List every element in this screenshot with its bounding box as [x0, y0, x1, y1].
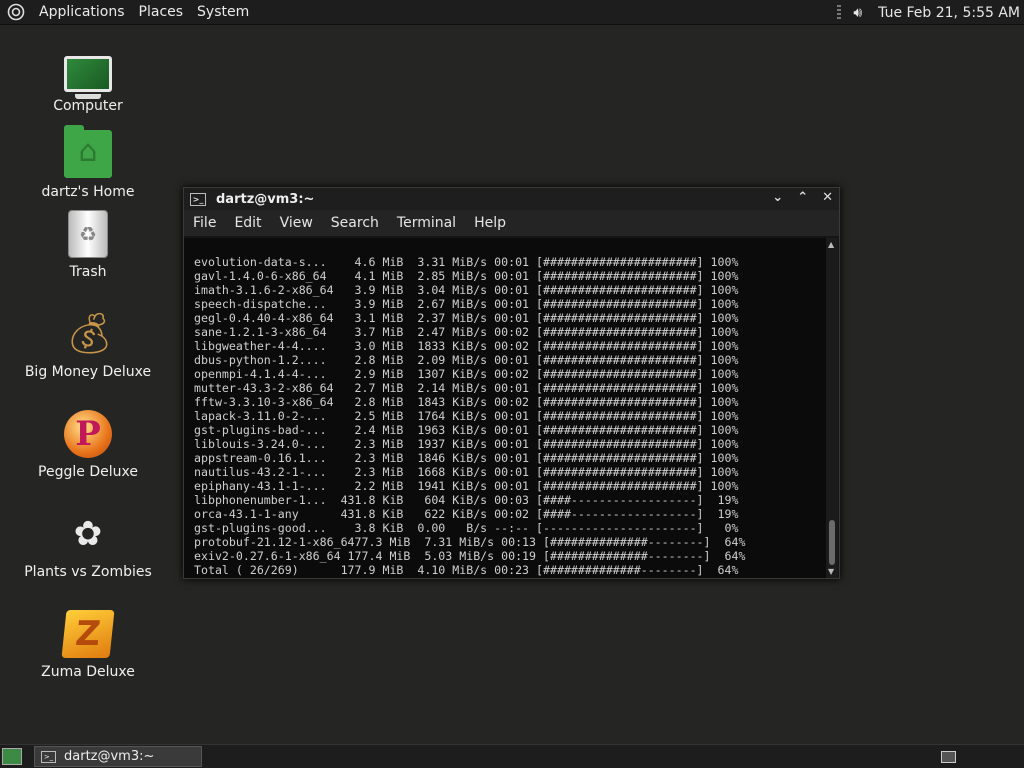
show-desktop-button[interactable]	[2, 748, 22, 765]
money-bag-icon: 💰︎	[64, 311, 115, 357]
terminal-line: orca-43.1-1-any 431.8 KiB 622 KiB/s 00:0…	[194, 507, 739, 521]
panel-grip-icon	[837, 4, 842, 21]
close-button[interactable]: ✕	[822, 190, 833, 205]
taskbar-item-terminal[interactable]: >_ dartz@vm3:~	[34, 746, 202, 767]
terminal-line: openmpi-4.1.4-4-... 2.9 MiB 1307 KiB/s 0…	[194, 367, 739, 381]
zuma-icon: Z	[61, 610, 115, 658]
terminal-icon: >_	[41, 750, 56, 763]
desktop-icon-label: Peggle Deluxe	[38, 464, 138, 480]
clock[interactable]: Tue Feb 21, 5:55 AM	[878, 5, 1020, 21]
workspace-switcher[interactable]	[941, 751, 956, 763]
desktop-icon-label: Zuma Deluxe	[41, 664, 135, 680]
terminal-line: gavl-1.4.0-6-x86_64 4.1 MiB 2.85 MiB/s 0…	[194, 269, 739, 283]
terminal-line: appstream-0.16.1... 2.3 MiB 1846 KiB/s 0…	[194, 451, 739, 465]
terminal-scrollbar[interactable]: ▲ ▼	[826, 238, 838, 578]
terminal-line: imath-3.1.6-2-x86_64 3.9 MiB 3.04 MiB/s …	[194, 283, 739, 297]
terminal-line: dbus-python-1.2.... 2.8 MiB 2.09 MiB/s 0…	[194, 353, 739, 367]
window-titlebar[interactable]: >_ dartz@vm3:~ ⌄ ⌃ ✕	[184, 188, 839, 210]
terminal-line: protobuf-21.12-1-x86_6477.3 MiB 7.31 MiB…	[194, 535, 746, 549]
terminal-line: speech-dispatche... 3.9 MiB 2.67 MiB/s 0…	[194, 297, 739, 311]
terminal-window[interactable]: >_ dartz@vm3:~ ⌄ ⌃ ✕ File Edit View Sear…	[183, 187, 840, 579]
terminal-line: fftw-3.3.10-3-x86_64 2.8 MiB 1843 KiB/s …	[194, 395, 739, 409]
volume-icon[interactable]: 🔊︎	[853, 5, 862, 21]
terminal-line: nautilus-43.2-1-... 2.3 MiB 1668 KiB/s 0…	[194, 465, 739, 479]
terminal-line: libgweather-4-4.... 3.0 MiB 1833 KiB/s 0…	[194, 339, 739, 353]
top-menu: Applications Places System	[0, 3, 249, 21]
menu-places[interactable]: Places	[139, 4, 184, 20]
terminal-line: gegl-0.4.40-4-x86_64 3.1 MiB 2.37 MiB/s …	[194, 311, 739, 325]
menu-view[interactable]: View	[271, 215, 322, 231]
window-controls: ⌄ ⌃ ✕	[772, 190, 833, 205]
taskbar-item-label: dartz@vm3:~	[64, 749, 155, 764]
terminal-line: lapack-3.11.0-2-... 2.5 MiB 1764 KiB/s 0…	[194, 409, 739, 423]
menu-search[interactable]: Search	[322, 215, 388, 231]
trash-icon	[68, 210, 108, 258]
terminal-line: exiv2-0.27.6-1-x86_64 177.4 MiB 5.03 MiB…	[194, 549, 746, 563]
terminal-line: libphonenumber-1... 431.8 KiB 604 KiB/s …	[194, 493, 739, 507]
desktop-icon-trash[interactable]: Trash	[18, 210, 158, 280]
desktop-icon-computer[interactable]: Computer	[18, 50, 158, 114]
top-panel-right: 🔊︎ Tue Feb 21, 5:55 AM	[837, 0, 1020, 25]
desktop-icon-peggle[interactable]: P Peggle Deluxe	[18, 410, 158, 480]
terminal-menubar: File Edit View Search Terminal Help	[184, 210, 839, 236]
peggle-icon: P	[64, 410, 112, 458]
window-title: dartz@vm3:~	[216, 191, 315, 207]
desktop-icon-label: dartz's Home	[41, 184, 135, 200]
menu-help[interactable]: Help	[465, 215, 515, 231]
menu-system[interactable]: System	[197, 4, 249, 20]
terminal-line: sane-1.2.1-3-x86_64 3.7 MiB 2.47 MiB/s 0…	[194, 325, 739, 339]
menu-file[interactable]: File	[184, 215, 225, 231]
terminal-icon: >_	[190, 192, 206, 206]
top-panel: Applications Places System 🔊︎ Tue Feb 21…	[0, 0, 1024, 25]
plants-icon: ✿	[73, 514, 103, 554]
terminal-line: epiphany-43.1-1-... 2.2 MiB 1941 KiB/s 0…	[194, 479, 739, 493]
desktop-icon-label: Computer	[53, 98, 123, 114]
menu-terminal[interactable]: Terminal	[388, 215, 465, 231]
desktop-icon-big-money[interactable]: 💰︎ Big Money Deluxe	[18, 310, 158, 380]
maximize-button[interactable]: ⌃	[797, 190, 808, 205]
terminal-line: liblouis-3.24.0-... 2.3 MiB 1937 KiB/s 0…	[194, 437, 739, 451]
home-folder-icon	[64, 125, 112, 178]
terminal-line: gst-plugins-good... 3.8 KiB 0.00 B/s --:…	[194, 521, 739, 535]
terminal-output[interactable]: evolution-data-s... 4.6 MiB 3.31 MiB/s 0…	[184, 238, 828, 578]
terminal-line: gst-plugins-bad-... 2.4 MiB 1963 KiB/s 0…	[194, 423, 739, 437]
terminal-line: evolution-data-s... 4.6 MiB 3.31 MiB/s 0…	[194, 255, 739, 269]
bottom-panel: >_ dartz@vm3:~	[0, 744, 1024, 768]
desktop-icon-label: Big Money Deluxe	[24, 364, 152, 380]
menu-applications[interactable]: Applications	[39, 4, 125, 20]
terminal-line: mutter-43.3-2-x86_64 2.7 MiB 2.14 MiB/s …	[194, 381, 739, 395]
scrollbar-thumb[interactable]	[829, 520, 835, 565]
scroll-up-icon[interactable]: ▲	[828, 240, 834, 249]
menu-edit[interactable]: Edit	[225, 215, 270, 231]
computer-icon	[64, 56, 112, 99]
terminal-line: Total ( 26/269) 177.9 MiB 4.10 MiB/s 00:…	[194, 563, 739, 577]
desktop-icon-home[interactable]: dartz's Home	[18, 125, 158, 200]
desktop-icon-plants-vs-zombies[interactable]: ✿ Plants vs Zombies	[18, 510, 158, 580]
desktop-icon-label: Trash	[69, 264, 107, 280]
desktop-icon-zuma[interactable]: Z Zuma Deluxe	[18, 610, 158, 680]
desktop-icon-label: Plants vs Zombies	[24, 564, 152, 580]
distro-logo-icon[interactable]	[7, 3, 25, 21]
scroll-down-icon[interactable]: ▼	[828, 567, 834, 576]
minimize-button[interactable]: ⌄	[772, 190, 783, 205]
